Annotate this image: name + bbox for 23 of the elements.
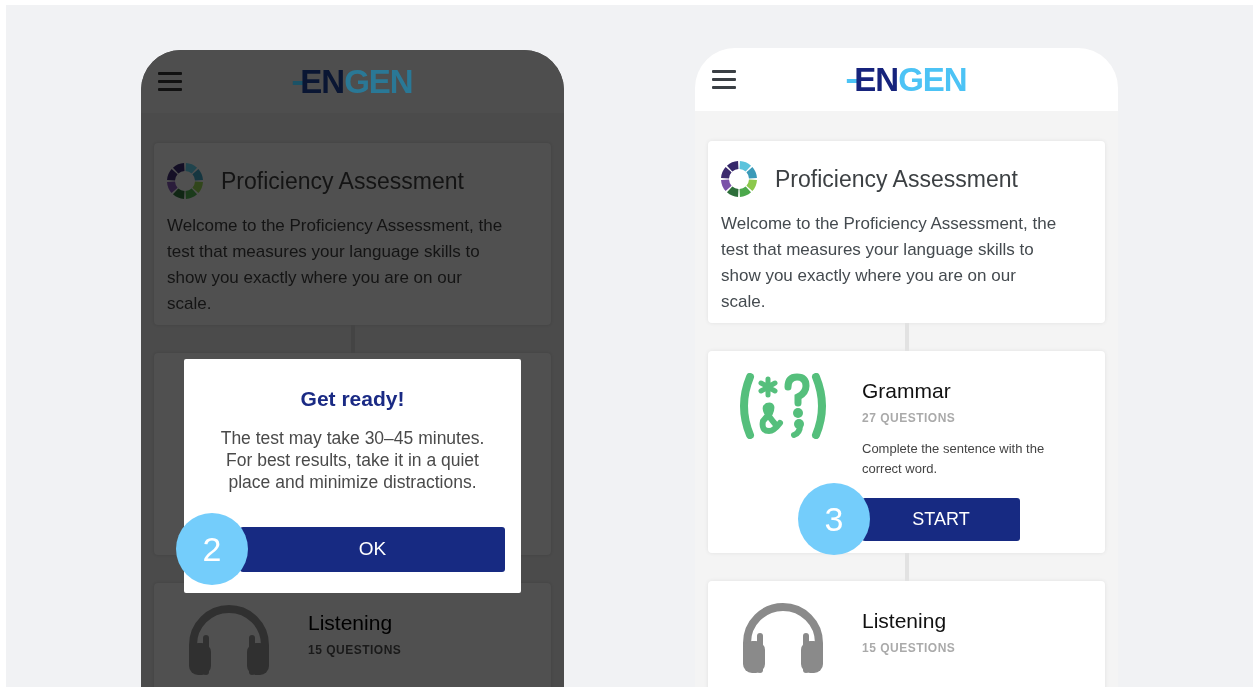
headphones-icon (741, 603, 825, 673)
card-title: Proficiency Assessment (775, 165, 1018, 193)
step-badge: 2 (176, 513, 248, 585)
step-badge: 3 (798, 483, 870, 555)
section-title: Listening (308, 611, 394, 635)
question-count: 27 QUESTIONS (862, 411, 957, 425)
logo: ENGEN (846, 62, 967, 98)
headphones-icon (187, 605, 271, 675)
color-wheel-icon (721, 161, 757, 197)
card-title: Proficiency Assessment (221, 167, 464, 195)
start-button[interactable]: START (862, 497, 1020, 541)
dialog-message: The test may take 30–45 minutes. For best results, take it in a quiet place and minimize distractions. (219, 427, 486, 493)
ok-button[interactable]: OK (240, 526, 505, 572)
card-description: Welcome to the Proficiency Assessment, the test that measures your language skills to show you exactly where you are on our scale. (721, 213, 1058, 313)
card-description: Welcome to the Proficiency Assessment, the test that measures your language skills to show you exactly where you are on our scale. (167, 215, 504, 315)
dialog-title: Get ready! (299, 387, 406, 411)
logo: ENGEN (292, 64, 413, 100)
menu-icon[interactable] (712, 70, 736, 89)
section-title: Listening (862, 609, 948, 633)
section-title: Grammar (862, 379, 952, 403)
section-description: Complete the sentence with the correct word. (862, 440, 1046, 478)
question-count: 15 QUESTIONS (862, 641, 956, 655)
color-wheel-icon (167, 163, 203, 199)
